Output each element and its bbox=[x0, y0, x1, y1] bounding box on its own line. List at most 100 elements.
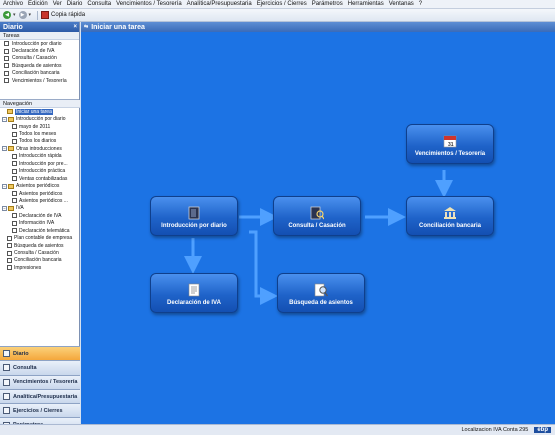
tree-item-label: Asientos periódicos ... bbox=[19, 197, 68, 204]
quick-copy-label: Copia rápida bbox=[51, 12, 86, 18]
nav-section-button[interactable]: Diario bbox=[0, 346, 80, 361]
menu-item[interactable]: Ver bbox=[53, 1, 62, 7]
task-flow: Introducción por diario Consulta / Casac… bbox=[81, 32, 555, 424]
task-label: Conciliación bancaria bbox=[12, 70, 60, 77]
tree-item[interactable]: Conciliación bancaria bbox=[0, 257, 80, 264]
ebp-logo: ebp bbox=[534, 427, 551, 433]
expand-toggle-icon[interactable]: − bbox=[2, 183, 7, 189]
tree-item-label: Todos los diarios bbox=[19, 138, 57, 145]
main-title: Iniciar una tarea bbox=[91, 23, 145, 31]
nav-section-button[interactable]: Consulta bbox=[0, 360, 80, 375]
tree-item[interactable]: Impresiones bbox=[0, 264, 80, 271]
tree-item-label: Impresiones bbox=[14, 264, 42, 271]
card-vencimientos-tesoreria[interactable]: 31 Vencimientos / Tesorería bbox=[406, 124, 494, 164]
tree-item-label: Conciliación bancaria bbox=[14, 257, 62, 264]
folder-icon bbox=[8, 146, 14, 152]
task-label: Declaración de IVA bbox=[12, 48, 55, 55]
menu-item[interactable]: Analítica/Presupuestaria bbox=[187, 1, 252, 7]
navigation-tree: Iniciar una tarea − Introducción por diari… bbox=[0, 108, 80, 272]
card-conciliacion-bancaria[interactable]: Conciliación bancaria bbox=[406, 196, 494, 236]
card-introduccion-por-diario[interactable]: Introducción por diario bbox=[150, 196, 238, 236]
nav-section-button[interactable]: Ejercicios / Cierres bbox=[0, 403, 80, 418]
task-item[interactable]: Declaración de IVA bbox=[0, 47, 79, 54]
document-icon bbox=[12, 176, 17, 182]
task-item[interactable]: Consulta / Casación bbox=[0, 55, 79, 62]
task-label: Búsqueda de asientos bbox=[12, 62, 62, 69]
tree-item[interactable]: Declaración telemática bbox=[0, 227, 80, 234]
back-dropdown-icon[interactable]: ▾ bbox=[13, 12, 16, 18]
forward-dropdown-icon[interactable]: ▾ bbox=[29, 12, 32, 18]
card-consulta-casacion[interactable]: Consulta / Casación bbox=[273, 196, 361, 236]
tree-item[interactable]: mayo de 2011 bbox=[0, 123, 80, 130]
menu-item[interactable]: Vencimientos / Tesorería bbox=[116, 1, 182, 7]
menu-item[interactable]: Herramientas bbox=[348, 1, 384, 7]
back-button[interactable]: ◀ bbox=[3, 11, 11, 19]
card-busqueda-de-asientos[interactable]: Búsqueda de asientos bbox=[277, 273, 365, 313]
nav-section-label: Vencimientos / Tesorería bbox=[13, 379, 78, 386]
menu-item[interactable]: Consulta bbox=[87, 1, 111, 7]
menu-item[interactable]: Diario bbox=[67, 1, 83, 7]
collapse-icon[interactable]: ⇆ bbox=[84, 24, 88, 30]
task-item[interactable]: Conciliación bancaria bbox=[0, 70, 79, 77]
tree-item[interactable]: Introducción práctica bbox=[0, 168, 80, 175]
task-item[interactable]: Vencimientos / Tesorería bbox=[0, 77, 79, 84]
tree-item[interactable]: − Asientos periódicos bbox=[0, 182, 80, 189]
book-search-icon bbox=[310, 206, 324, 220]
tree-item-label: mayo de 2011 bbox=[19, 123, 51, 130]
task-item[interactable]: Introducción por diario bbox=[0, 40, 79, 47]
nav-section-label: Ejercicios / Cierres bbox=[13, 407, 63, 414]
quick-copy-button[interactable]: Copia rápida bbox=[41, 11, 85, 19]
expand-toggle-icon[interactable]: − bbox=[2, 116, 7, 122]
tree-item[interactable]: Información IVA bbox=[0, 220, 80, 227]
section-icon bbox=[3, 350, 10, 358]
tree-item-label: Consulta / Casación bbox=[14, 250, 59, 257]
folder-icon bbox=[8, 205, 14, 211]
menu-item[interactable]: ? bbox=[419, 1, 422, 7]
tree-item[interactable]: Introducción rápida bbox=[0, 153, 80, 160]
menu-item[interactable]: Ventanas bbox=[389, 1, 414, 7]
nav-section-label: Consulta bbox=[13, 364, 37, 371]
document-icon bbox=[7, 265, 12, 271]
menu-item[interactable]: Edición bbox=[28, 1, 48, 7]
tree-item[interactable]: Todos los meses bbox=[0, 130, 80, 137]
card-label: Conciliación bancaria bbox=[418, 223, 482, 229]
tree-item[interactable]: Iniciar una tarea bbox=[0, 108, 80, 115]
tree-item[interactable]: Ventas contabilizadas bbox=[0, 175, 80, 182]
nav-section-button[interactable]: Analítica/Presupuestaria bbox=[0, 388, 80, 404]
task-label: Consulta / Casación bbox=[12, 55, 57, 62]
card-label: Declaración de IVA bbox=[167, 300, 221, 306]
tree-item-label: Búsqueda de asientos bbox=[14, 242, 64, 249]
menu-item[interactable]: Archivo bbox=[3, 1, 23, 7]
tree-item[interactable]: Todos los diarios bbox=[0, 138, 80, 145]
expand-toggle-icon[interactable]: − bbox=[2, 146, 7, 152]
close-panel-button[interactable]: × bbox=[73, 24, 79, 30]
tree-item-label: Asientos periódicos bbox=[16, 183, 60, 190]
tree-item[interactable]: Declaración de IVA bbox=[0, 212, 80, 219]
task-icon bbox=[4, 55, 9, 61]
nav-section-button[interactable]: Vencimientos / Tesorería bbox=[0, 374, 80, 389]
tree-item[interactable]: Plan contable de empresa bbox=[0, 234, 80, 241]
tree-item[interactable]: − Otras introducciones bbox=[0, 145, 80, 152]
expand-toggle-icon[interactable]: − bbox=[2, 205, 7, 211]
task-icon bbox=[4, 48, 9, 54]
tree-item[interactable]: Introducción por pre... bbox=[0, 160, 80, 167]
task-item[interactable]: Búsqueda de asientos bbox=[0, 62, 79, 69]
main-area: ⇆ Iniciar una tarea Introducción por dia… bbox=[81, 22, 555, 424]
menu-item[interactable]: Ejercicios / Cierres bbox=[257, 1, 307, 7]
menu-item[interactable]: Parámetros bbox=[312, 1, 343, 7]
tree-item-label: Plan contable de empresa bbox=[14, 235, 73, 242]
tree-item[interactable]: − Introducción por diario bbox=[0, 115, 80, 122]
tree-item[interactable]: Asientos periódicos ... bbox=[0, 197, 80, 204]
panel-title-bar: Diario × bbox=[0, 22, 79, 32]
tree-item[interactable]: Búsqueda de asientos bbox=[0, 242, 80, 249]
document-icon bbox=[12, 220, 17, 226]
forward-button[interactable]: ▶ bbox=[18, 11, 27, 19]
menu-bar: Archivo Edición Ver Diario Consulta Vencimien… bbox=[0, 0, 555, 9]
tree-item[interactable]: Consulta / Casación bbox=[0, 249, 80, 256]
tree-item[interactable]: Asientos periódicos bbox=[0, 190, 80, 197]
tree-item[interactable]: − IVA bbox=[0, 205, 80, 212]
card-declaracion-de-iva[interactable]: Declaración de IVA bbox=[150, 273, 238, 313]
document-icon bbox=[12, 228, 17, 234]
card-label: Introducción por diario bbox=[161, 223, 227, 229]
document-icon bbox=[7, 250, 12, 256]
